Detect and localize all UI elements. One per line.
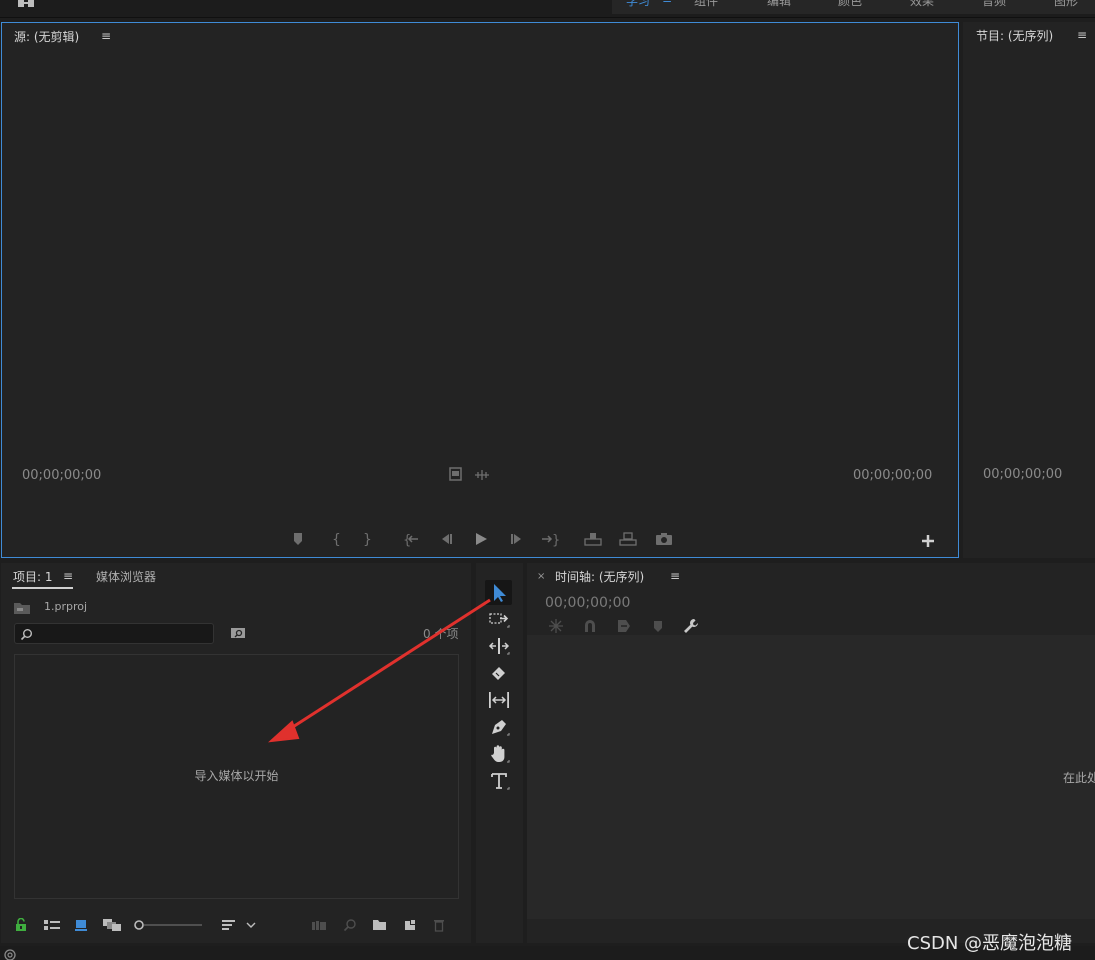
add-marker-icon[interactable] bbox=[289, 531, 307, 547]
step-back-icon[interactable] bbox=[437, 531, 455, 547]
workspace-tab-editing[interactable]: 编辑 bbox=[767, 0, 791, 9]
program-timecode[interactable]: 00;00;00;00 bbox=[983, 467, 1062, 482]
sort-icon[interactable] bbox=[221, 919, 237, 931]
drag-video-icon[interactable] bbox=[449, 467, 463, 481]
workspace-tab-learn[interactable]: 学习 bbox=[626, 0, 650, 9]
nest-sequence-icon[interactable] bbox=[548, 618, 564, 634]
empty-bin-message: 导入媒体以开始 bbox=[194, 769, 279, 783]
snap-icon[interactable] bbox=[582, 618, 598, 634]
source-panel-menu-icon[interactable]: ≡ bbox=[101, 29, 111, 43]
search-icon bbox=[20, 629, 32, 641]
zoom-slider[interactable] bbox=[134, 919, 204, 931]
home-icon[interactable] bbox=[16, 0, 38, 8]
tab-media-browser[interactable]: 媒体浏览器 bbox=[96, 568, 156, 585]
workspace-tab-color[interactable]: 颜色 bbox=[838, 0, 862, 9]
step-forward-icon[interactable] bbox=[508, 531, 526, 547]
pen-tool-icon[interactable] bbox=[488, 716, 510, 738]
workspace-bar: 学习 ≡ 组件 编辑 颜色 效果 音频 图形 bbox=[612, 0, 1095, 14]
workspace-tab-effects[interactable]: 效果 bbox=[910, 0, 934, 9]
timeline-title: 时间轴: (无序列) bbox=[555, 570, 645, 584]
project-panel-menu-icon[interactable]: ≡ bbox=[63, 569, 73, 583]
timeline-panel: × 时间轴: (无序列) ≡ 00;00;00;00 在此处 bbox=[527, 563, 1095, 943]
freeform-view-icon[interactable] bbox=[102, 918, 122, 932]
tab-project-underline bbox=[12, 587, 73, 589]
timeline-panel-menu-icon[interactable]: ≡ bbox=[670, 569, 680, 583]
ripple-edit-tool-icon[interactable] bbox=[488, 635, 510, 657]
list-view-icon[interactable] bbox=[43, 919, 61, 931]
svg-text:}: } bbox=[552, 533, 559, 547]
svg-text:{: { bbox=[332, 532, 341, 547]
chevron-down-icon[interactable] bbox=[246, 921, 256, 929]
project-folder-icon bbox=[14, 603, 30, 614]
program-panel-menu-icon[interactable]: ≡ bbox=[1077, 28, 1087, 42]
find-icon[interactable] bbox=[230, 626, 246, 640]
project-filename: 1.prproj bbox=[44, 600, 88, 613]
item-count: 0 个项 bbox=[423, 627, 459, 641]
source-monitor-title: 源: (无剪辑) bbox=[14, 30, 80, 44]
workspace-tab-audio[interactable]: 音频 bbox=[982, 0, 1006, 9]
type-tool-icon[interactable] bbox=[488, 770, 510, 792]
close-timeline-icon[interactable]: × bbox=[537, 571, 545, 582]
mark-in-icon[interactable]: { bbox=[326, 531, 344, 547]
export-frame-icon[interactable] bbox=[655, 531, 673, 547]
automate-to-sequence-icon[interactable] bbox=[311, 919, 327, 931]
source-timecode-current[interactable]: 00;00;00;00 bbox=[22, 468, 101, 483]
workspace-tab-assembly[interactable]: 组件 bbox=[694, 0, 718, 9]
find-bottom-icon[interactable] bbox=[343, 918, 357, 932]
status-indicator-icon[interactable] bbox=[3, 948, 17, 960]
timeline-timecode[interactable]: 00;00;00;00 bbox=[545, 595, 630, 611]
new-item-icon[interactable] bbox=[403, 918, 417, 932]
button-editor-plus-icon[interactable] bbox=[919, 533, 937, 549]
source-timecode-duration: 00;00;00;00 bbox=[853, 468, 933, 483]
insert-icon[interactable] bbox=[584, 531, 602, 547]
svg-text:}: } bbox=[363, 532, 372, 547]
watermark-text: CSDN @恶魔泡泡糖 bbox=[907, 933, 1073, 954]
source-monitor-panel: 源: (无剪辑) ≡ 00;00;00;00 00;00;00;00 { } {… bbox=[1, 22, 959, 558]
linked-selection-icon[interactable] bbox=[616, 618, 632, 634]
tab-project[interactable]: 项目: 1 bbox=[13, 568, 53, 585]
play-icon[interactable] bbox=[472, 531, 490, 547]
track-select-tool-icon[interactable] bbox=[488, 608, 510, 630]
project-panel: 项目: 1 ≡ 媒体浏览器 1.prproj 0 个项 导入媒体以开始 bbox=[1, 563, 471, 943]
add-timeline-marker-icon[interactable] bbox=[651, 618, 665, 634]
razor-tool-icon[interactable] bbox=[488, 662, 510, 684]
selection-tool-icon[interactable] bbox=[488, 582, 510, 604]
timeline-track-area[interactable]: 在此处 bbox=[527, 635, 1095, 919]
top-bar: 学习 ≡ 组件 编辑 颜色 效果 音频 图形 bbox=[0, 0, 1095, 18]
go-to-in-icon[interactable]: { bbox=[402, 531, 420, 547]
timeline-drop-hint: 在此处 bbox=[1063, 771, 1095, 785]
program-monitor-panel: 节目: (无序列) ≡ 00;00;00;00 bbox=[963, 22, 1095, 558]
project-bin-area[interactable]: 导入媒体以开始 bbox=[14, 654, 459, 899]
slip-tool-icon[interactable] bbox=[488, 689, 510, 711]
wrench-icon[interactable] bbox=[683, 618, 699, 634]
mark-out-icon[interactable]: } bbox=[357, 531, 375, 547]
new-bin-icon[interactable] bbox=[372, 919, 387, 931]
lock-icon[interactable] bbox=[15, 918, 27, 932]
workspace-tab-graphics[interactable]: 图形 bbox=[1054, 0, 1078, 9]
hand-tool-icon[interactable] bbox=[488, 743, 510, 765]
overwrite-icon[interactable] bbox=[619, 531, 637, 547]
project-search-input[interactable] bbox=[14, 623, 214, 644]
drag-audio-icon[interactable] bbox=[474, 469, 490, 481]
icon-view-icon[interactable] bbox=[74, 918, 88, 932]
trash-icon[interactable] bbox=[433, 918, 445, 932]
go-to-out-icon[interactable]: } bbox=[541, 531, 559, 547]
program-monitor-title: 节目: (无序列) bbox=[976, 29, 1054, 43]
workspace-menu-icon[interactable]: ≡ bbox=[662, 0, 672, 6]
